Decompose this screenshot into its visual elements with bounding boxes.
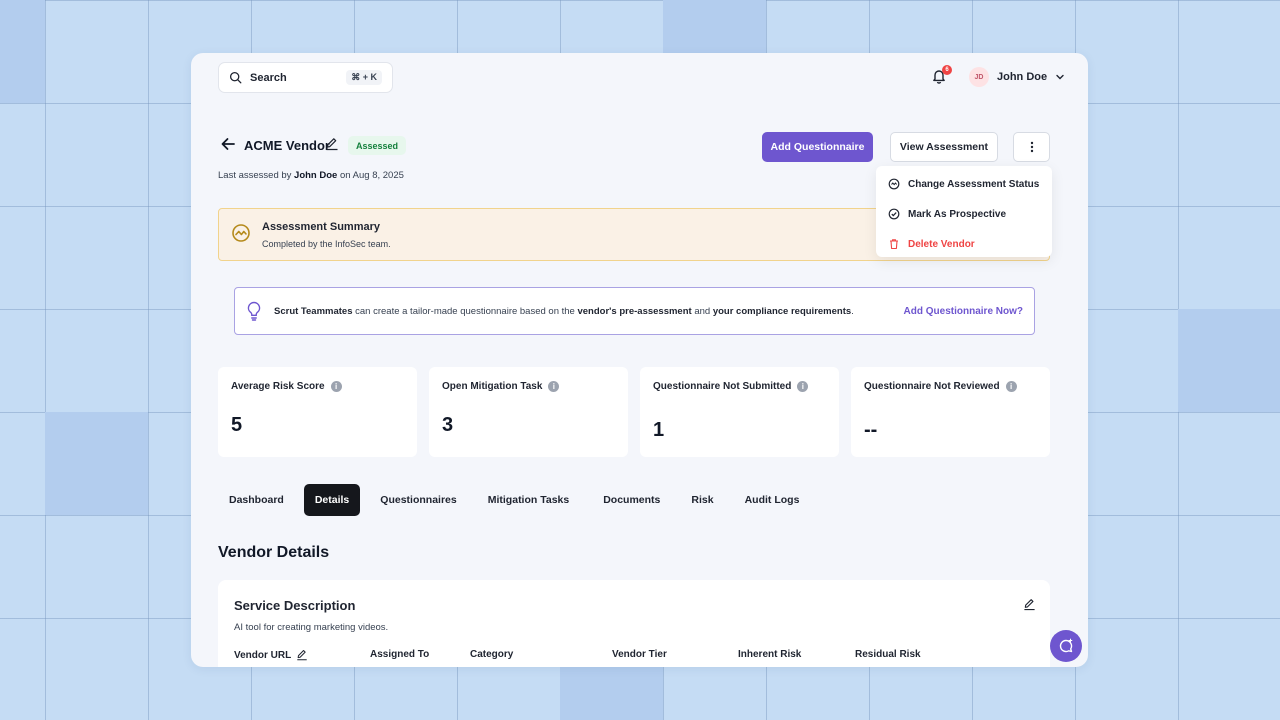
stat-title: Questionnaire Not Reviewed i [864,381,1017,392]
trash-icon [890,239,898,250]
menu-item-mark-prospective[interactable]: Mark As Prospective [876,199,1052,229]
more-vertical-icon [1030,141,1033,153]
background-tile [0,0,45,103]
column-header-vendor-tier: Vendor Tier [612,649,667,660]
stat-title: Average Risk Score i [231,381,342,392]
stat-card-average-risk: Average Risk Score i 5 [218,367,417,457]
hint-bold: Scrut Teammates [274,305,353,317]
tab-audit-logs[interactable]: Audit Logs [734,484,811,516]
stat-title: Questionnaire Not Submitted i [653,381,809,392]
menu-item-delete-vendor[interactable]: Delete Vendor [876,229,1052,259]
back-arrow-icon[interactable] [220,137,236,156]
stat-title-text: Questionnaire Not Submitted [653,381,792,392]
add-questionnaire-button[interactable]: Add Questionnaire [762,132,873,162]
stat-title: Open Mitigation Task i [442,381,560,392]
status-badge: Assessed [348,136,407,155]
stat-card-not-reviewed: Questionnaire Not Reviewed i -- [851,367,1050,457]
summary-subtitle: Completed by the InfoSec team. [262,239,391,249]
tab-bar: Dashboard Details Questionnaires Mitigat… [218,484,819,516]
stat-title-text: Questionnaire Not Reviewed [864,381,1000,392]
service-description-card: Service Description AI tool for creating… [218,580,1050,667]
user-name: John Doe [997,71,1048,83]
chat-sparkle-icon [1059,638,1073,653]
tab-mitigation-tasks[interactable]: Mitigation Tasks [477,484,580,516]
background-tile [560,667,663,720]
tab-risk[interactable]: Risk [680,484,724,516]
edit-description-icon[interactable] [1023,598,1036,616]
tab-questionnaires[interactable]: Questionnaires [369,484,467,516]
stat-value: 1 [653,419,665,441]
assessment-chart-icon [231,223,251,248]
last-assessed-by: John Doe [294,170,338,181]
menu-item-label: Change Assessment Status [908,178,1040,190]
search-input[interactable]: Search ⌘ + K [218,62,393,93]
tab-details[interactable]: Details [303,484,361,516]
search-label: Search [250,71,287,84]
user-menu[interactable]: JD John Doe [969,67,1065,87]
column-header-residual-risk: Residual Risk [855,649,921,660]
search-icon [229,71,242,84]
page-title: ACME Vendor [244,138,330,153]
column-header-inherent-risk: Inherent Risk [738,649,802,660]
notifications-button[interactable]: 6 [931,65,952,86]
column-header-category: Category [470,649,514,660]
stat-card-open-mitigation: Open Mitigation Task i 3 [429,367,628,457]
stat-card-not-submitted: Questionnaire Not Submitted i 1 [640,367,839,457]
add-questionnaire-now-link[interactable]: Add Questionnaire Now? [904,306,1023,317]
stat-title-text: Average Risk Score [231,381,325,392]
search-shortcut: ⌘ + K [346,70,382,85]
more-options-button[interactable] [1013,132,1050,162]
hint-text: Scrut Teammates can create a tailor-made… [274,306,904,317]
lightbulb-icon [247,301,261,321]
menu-item-label: Delete Vendor [908,238,975,250]
stat-value: -- [864,419,878,441]
column-header-vendor-url: Vendor URL [234,649,308,661]
hint-bold: vendor's pre-assessment [577,305,692,317]
hint-fragment: . [851,305,854,317]
menu-item-change-status[interactable]: Change Assessment Status [876,169,1052,199]
options-menu: Change Assessment Status Mark As Prospec… [876,166,1052,257]
summary-title: Assessment Summary [262,221,381,233]
menu-item-label: Mark As Prospective [908,208,1007,220]
questionnaire-hint-banner: Scrut Teammates can create a tailor-made… [234,287,1035,335]
info-icon[interactable]: i [548,381,560,392]
hint-fragment: and [691,305,713,317]
service-description-text: AI tool for creating marketing videos. [234,622,389,633]
last-assessed-date: on Aug 8, 2025 [339,170,404,181]
tab-documents[interactable]: Documents [592,484,671,516]
last-assessed-text: Last assessed by John Doe on Aug 8, 2025 [218,170,404,181]
edit-vendor-name-icon[interactable] [325,137,339,156]
info-icon[interactable]: i [1005,381,1017,392]
notification-count-badge: 6 [942,65,952,75]
column-label: Vendor URL [234,649,292,661]
info-icon[interactable]: i [330,381,342,392]
stats-row: Average Risk Score i 5 Open Mitigation Ta… [218,367,1050,457]
last-assessed-prefix: Last assessed by [218,170,292,181]
status-refresh-icon [888,178,900,190]
background-tile [1178,309,1280,412]
check-circle-icon [888,208,900,220]
chevron-down-icon [1056,74,1064,80]
hint-bold: your compliance requirements [712,305,852,317]
app-window: Search ⌘ + K 6 JD John Doe ACME Vendor A… [191,53,1088,667]
stat-title-text: Open Mitigation Task [442,381,543,392]
edit-vendor-url-icon[interactable] [296,649,308,661]
stat-value: 3 [442,414,454,436]
background-tile [663,0,766,53]
card-title: Service Description [234,598,356,613]
avatar: JD [969,67,989,87]
section-title: Vendor Details [218,544,330,561]
chat-assistant-button[interactable] [1050,630,1082,662]
tab-dashboard[interactable]: Dashboard [218,484,295,516]
background-tile [45,412,148,515]
column-header-assigned-to: Assigned To [370,649,430,660]
hint-fragment: can create a tailor-made questionnaire b… [352,305,578,317]
info-icon[interactable]: i [797,381,809,392]
stat-value: 5 [231,414,243,436]
view-assessment-button[interactable]: View Assessment [890,132,998,162]
